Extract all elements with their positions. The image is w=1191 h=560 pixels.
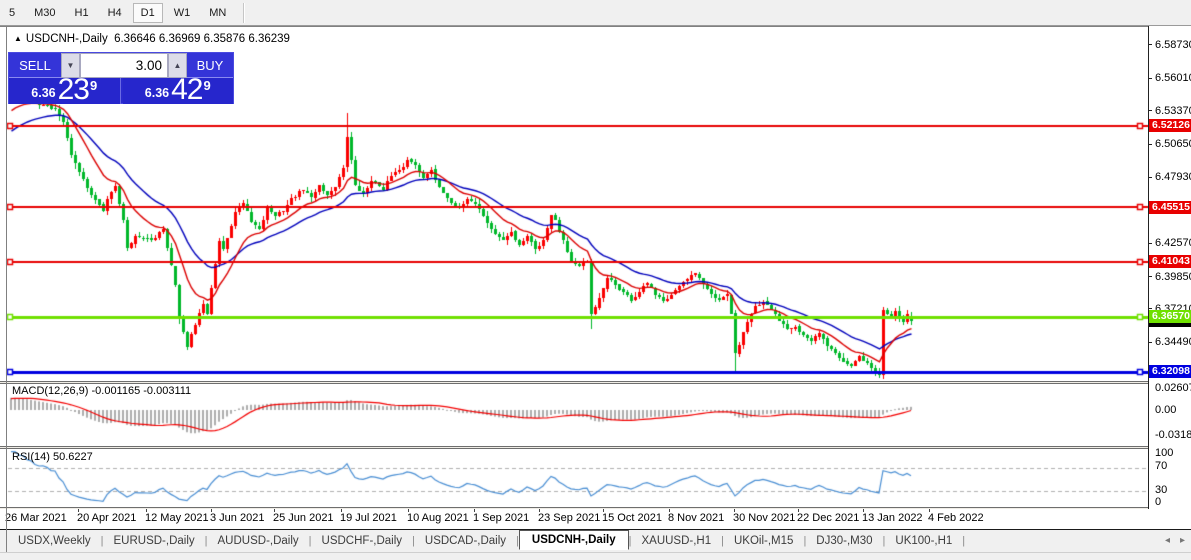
timeframe-button-W1[interactable]: W1 xyxy=(166,3,199,23)
chart-tab-ukoil-m15[interactable]: UKOil-,M15 xyxy=(724,532,803,550)
price-tick-mark xyxy=(1148,77,1152,79)
price-tick-label: 6.53370 xyxy=(1155,104,1191,117)
sell-price-pip: 9 xyxy=(89,78,98,93)
price-tick-label: 6.39850 xyxy=(1155,270,1191,283)
date-label: 3 Jun 2021 xyxy=(210,512,265,524)
chart-title: ▲ USDCNH-,Daily 6.36646 6.36969 6.35876 6… xyxy=(14,33,290,45)
price-badge: 6.45515 xyxy=(1149,200,1191,214)
spin-down-icon: ▼ xyxy=(66,61,75,70)
chart-symbol-label: USDCNH-,Daily xyxy=(25,33,108,45)
chart-tab-usdx-weekly[interactable]: USDX,Weekly xyxy=(8,532,101,550)
rsi-scale-label: 0 xyxy=(1155,496,1162,508)
window-top-border xyxy=(0,26,1191,27)
macd-scale-label: -0.03187 xyxy=(1155,429,1191,441)
chart-tab-eurusd-daily[interactable]: EURUSD-,Daily xyxy=(104,532,205,550)
timeframe-button-MN[interactable]: MN xyxy=(201,3,234,23)
spin-up-icon: ▲ xyxy=(173,61,182,70)
price-tick-mark xyxy=(1148,44,1152,46)
price-tick-mark xyxy=(1148,242,1152,244)
timeframe-buttons: 5 M30 H1 H4 D1 W1 MN xyxy=(1,2,237,23)
price-tick-label: 6.58730 xyxy=(1155,38,1191,51)
price-tick-label: 6.34490 xyxy=(1155,336,1191,349)
price-tick-mark xyxy=(1148,176,1152,178)
date-label: 13 Jan 2022 xyxy=(862,512,923,524)
window-left-border xyxy=(6,26,7,552)
timeframe-button-5[interactable]: 5 xyxy=(1,3,23,23)
status-strip xyxy=(0,552,1191,560)
price-tick-label: 6.47930 xyxy=(1155,171,1191,184)
price-tick-mark xyxy=(1148,341,1152,343)
sell-price-prefix: 6.36 xyxy=(31,86,56,100)
price-badge: 6.32098 xyxy=(1149,365,1191,379)
timeframe-toolbar: 5 M30 H1 H4 D1 W1 MN xyxy=(0,0,1191,26)
date-label: 30 Nov 2021 xyxy=(733,512,796,524)
terminal-window: 5 M30 H1 H4 D1 W1 MN ▲ USDCNH-,Daily 6.36646 6.… xyxy=(0,0,1191,560)
price-badge: 6.36570 xyxy=(1149,310,1191,324)
price-tick-label: 6.56010 xyxy=(1155,72,1191,85)
sell-price-display[interactable]: 6.36 23 9 xyxy=(9,73,121,106)
date-label: 4 Feb 2022 xyxy=(928,512,984,524)
rsi-name: RSI(14) xyxy=(12,451,50,463)
tab-scroll-left-icon[interactable]: ◂ xyxy=(1165,535,1170,546)
date-label: 15 Oct 2021 xyxy=(602,512,662,524)
chart-tab-usdcnh-daily[interactable]: USDCNH-,Daily xyxy=(518,530,629,550)
price-tick-mark xyxy=(1148,110,1152,112)
macd-scale-label: 0.00 xyxy=(1155,404,1177,416)
chart-tab-audusd-daily[interactable]: AUDUSD-,Daily xyxy=(208,532,309,550)
macd-values: -0.001165 -0.003111 xyxy=(91,385,192,397)
chart-ohlc-values: 6.36646 6.36969 6.35876 6.36239 xyxy=(114,33,290,45)
price-badge: 6.52126 xyxy=(1149,119,1191,133)
date-label: 26 Mar 2021 xyxy=(5,512,67,524)
date-label: 10 Aug 2021 xyxy=(407,512,469,524)
macd-name: MACD(12,26,9) xyxy=(12,385,89,397)
rsi-panel-canvas[interactable] xyxy=(0,449,1148,507)
price-tick-mark xyxy=(1148,143,1152,145)
date-label: 23 Sep 2021 xyxy=(538,512,601,524)
price-badge: 6.41043 xyxy=(1149,255,1191,269)
rsi-value: 50.6227 xyxy=(52,451,93,463)
chart-tab-uk100-h1[interactable]: UK100-,H1 xyxy=(885,532,962,550)
date-label: 1 Sep 2021 xyxy=(473,512,530,524)
chart-tab-bar: USDX,Weekly | EURUSD-,Daily | AUDUSD-,Daily |… xyxy=(0,529,1191,552)
chart-tab-usdcad-daily[interactable]: USDCAD-,Daily xyxy=(415,532,516,550)
rsi-scale-label: 70 xyxy=(1155,460,1168,472)
date-label: 25 Jun 2021 xyxy=(273,512,334,524)
chart-tab-dj30-m30[interactable]: DJ30-,M30 xyxy=(806,532,882,550)
price-tick-label: 6.50650 xyxy=(1155,138,1191,151)
buy-price-big: 42 xyxy=(171,73,203,106)
price-tick-mark xyxy=(1148,276,1152,278)
sell-button[interactable]: SELL xyxy=(9,53,61,78)
buy-price-display[interactable]: 6.36 42 9 xyxy=(122,73,233,106)
tab-separator: | xyxy=(962,535,966,547)
macd-scale-label: 0.02607 xyxy=(1155,382,1191,394)
volume-input[interactable] xyxy=(80,53,168,78)
rsi-scale-label: 30 xyxy=(1155,484,1168,496)
timeframe-button-H4[interactable]: H4 xyxy=(100,3,130,23)
rsi-label: RSI(14) 50.6227 xyxy=(12,451,93,463)
timeframe-button-D1[interactable]: D1 xyxy=(132,2,163,23)
price-tick-label: 6.42570 xyxy=(1155,237,1191,250)
toolbar-separator xyxy=(243,2,246,23)
date-axis: 26 Mar 2021 20 Apr 2021 12 May 2021 3 Jun 2… xyxy=(0,509,1191,528)
macd-label: MACD(12,26,9) -0.001165 -0.003111 xyxy=(12,385,191,397)
rsi-scale-label: 100 xyxy=(1155,447,1174,459)
timeframe-button-M30[interactable]: M30 xyxy=(26,3,63,23)
date-label: 20 Apr 2021 xyxy=(77,512,137,524)
collapse-triangle-icon[interactable]: ▲ xyxy=(14,34,22,43)
price-tick-mark xyxy=(1148,308,1152,310)
one-click-trade-panel: SELL ▼ ▲ BUY 6.36 23 9 6.36 42 9 xyxy=(8,52,234,106)
chart-tab-xauusd-h1[interactable]: XAUUSD-,H1 xyxy=(631,532,721,550)
buy-price-pip: 9 xyxy=(203,78,211,93)
sell-price-big: 23 xyxy=(57,73,90,106)
date-label: 8 Nov 2021 xyxy=(668,512,725,524)
tab-scroll-right-icon[interactable]: ▸ xyxy=(1180,535,1185,546)
date-label: 12 May 2021 xyxy=(145,512,209,524)
buy-price-prefix: 6.36 xyxy=(144,86,170,100)
chart-tab-usdchf-daily[interactable]: USDCHF-,Daily xyxy=(312,532,413,550)
date-label: 19 Jul 2021 xyxy=(340,512,397,524)
timeframe-button-H1[interactable]: H1 xyxy=(67,3,97,23)
date-label: 22 Dec 2021 xyxy=(797,512,860,524)
